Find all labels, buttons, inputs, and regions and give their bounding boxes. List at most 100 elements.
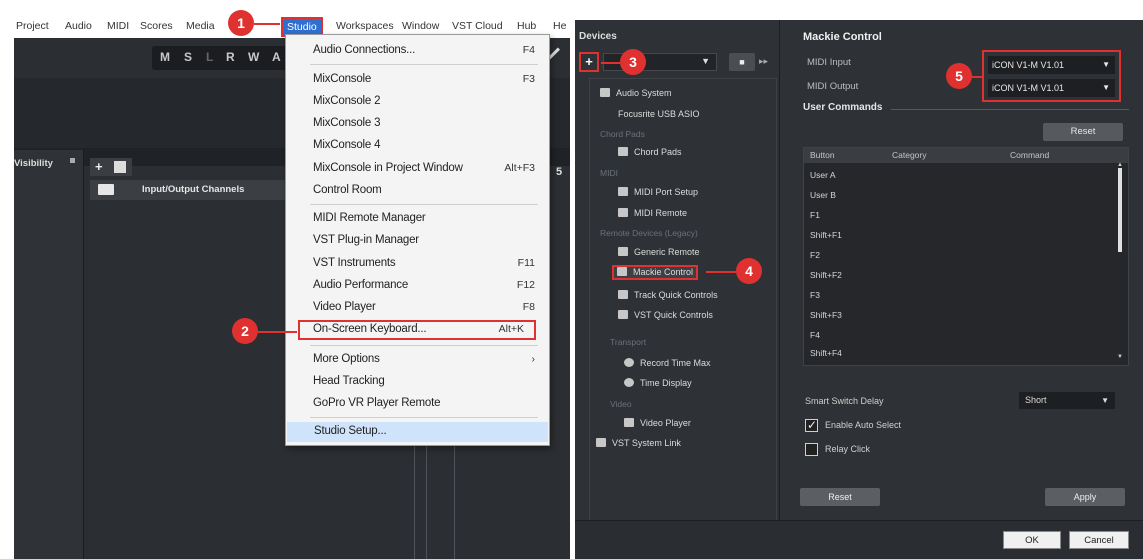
- tree-item-audio-system[interactable]: Audio System: [600, 88, 672, 98]
- menu-project[interactable]: Project: [16, 20, 49, 32]
- midi-input-select[interactable]: iCON V1-M V1.01 ▼: [988, 56, 1115, 74]
- callout-arrow: [258, 331, 297, 333]
- menu-item-mixconsole-3[interactable]: MixConsole 3: [286, 114, 549, 134]
- tree-item-vst-system-link[interactable]: VST System Link: [596, 438, 681, 448]
- menu-item-gopro-vr-player-remote[interactable]: GoPro VR Player Remote: [286, 394, 549, 414]
- menu-workspaces[interactable]: Workspaces: [336, 20, 394, 32]
- tree-item-chord-pads[interactable]: Chord Pads: [618, 147, 682, 157]
- midi-output-label: MIDI Output: [807, 81, 859, 92]
- mute-button[interactable]: M: [160, 50, 170, 64]
- smart-switch-delay-select[interactable]: Short ▼: [1019, 392, 1115, 409]
- menu-item-vst-plugin-manager[interactable]: VST Plug-in Manager: [286, 231, 549, 251]
- reset-button[interactable]: Reset: [800, 488, 880, 506]
- table-row[interactable]: User B: [810, 190, 836, 200]
- menu-item-audio-performance[interactable]: Audio Performance F12: [286, 276, 549, 296]
- visibility-panel: Visibility: [14, 150, 84, 559]
- callout-arrow: [972, 76, 982, 78]
- menu-window[interactable]: Window: [402, 20, 439, 32]
- tree-item-track-quick-controls[interactable]: Track Quick Controls: [618, 290, 718, 300]
- menu-item-mixconsole-4[interactable]: MixConsole 4: [286, 136, 549, 156]
- menu-help[interactable]: He: [553, 20, 566, 32]
- menu-item-mixconsole-project-window[interactable]: MixConsole in Project Window Alt+F3: [286, 159, 549, 179]
- table-row[interactable]: Shift+F3: [810, 310, 842, 320]
- menu-item-mixconsole-2[interactable]: MixConsole 2: [286, 92, 549, 112]
- table-row[interactable]: F4: [810, 330, 820, 340]
- tree-category-midi: MIDI: [600, 168, 618, 178]
- scrollbar-thumb[interactable]: [1118, 168, 1122, 252]
- apply-button[interactable]: Apply: [1045, 488, 1125, 506]
- solo-button[interactable]: S: [184, 50, 192, 64]
- menu-vst-cloud[interactable]: VST Cloud: [452, 20, 503, 32]
- table-row[interactable]: Shift+F4: [810, 348, 842, 358]
- midi-input-label: MIDI Input: [807, 57, 851, 68]
- table-row[interactable]: F2: [810, 250, 820, 260]
- panel-title: Mackie Control: [803, 31, 882, 43]
- tree-item-midi-remote[interactable]: MIDI Remote: [618, 208, 687, 218]
- menu-item-on-screen-keyboard[interactable]: On-Screen Keyboard... Alt+K: [298, 320, 536, 340]
- tree-category-transport: Transport: [610, 337, 647, 347]
- tree-item-mackie-control[interactable]: Mackie Control: [612, 265, 699, 280]
- tree-item-focusrite[interactable]: Focusrite USB ASIO: [618, 109, 700, 119]
- folder-add-icon[interactable]: [114, 161, 126, 173]
- table-row[interactable]: User A: [810, 170, 836, 180]
- menu-item-more-options[interactable]: More Options ›: [286, 350, 549, 370]
- add-track-icon[interactable]: +: [95, 159, 103, 174]
- table-row[interactable]: F3: [810, 290, 820, 300]
- table-header: Button Category Command: [804, 148, 1128, 163]
- callout-arrow: [601, 62, 620, 64]
- cancel-button[interactable]: Cancel: [1069, 531, 1129, 549]
- menu-item-mixconsole[interactable]: MixConsole F3: [286, 70, 549, 90]
- scroll-down-icon[interactable]: ▼: [1117, 354, 1123, 360]
- quick-controls-icon: [618, 290, 628, 299]
- table-row[interactable]: Shift+F2: [810, 270, 842, 280]
- relay-click-checkbox[interactable]: [805, 443, 818, 456]
- midi-output-select[interactable]: iCON V1-M V1.01 ▼: [988, 79, 1115, 97]
- listen-button[interactable]: L: [206, 50, 213, 64]
- table-row[interactable]: Shift+F1: [810, 230, 842, 240]
- chevron-right-icon: ›: [531, 353, 536, 365]
- callout-5: 5: [946, 63, 972, 89]
- menu-hub[interactable]: Hub: [517, 20, 536, 32]
- menu-item-midi-remote-manager[interactable]: MIDI Remote Manager: [286, 209, 549, 229]
- tree-item-video-player[interactable]: Video Player: [624, 418, 691, 428]
- enable-auto-select-checkbox[interactable]: [805, 418, 818, 432]
- menu-audio[interactable]: Audio: [65, 20, 92, 32]
- menu-item-audio-connections[interactable]: Audio Connections... F4: [286, 41, 549, 61]
- tree-item-midi-port-setup[interactable]: MIDI Port Setup: [618, 187, 698, 197]
- menu-item-vst-instruments[interactable]: VST Instruments F11: [286, 254, 549, 274]
- dialog-footer: OK Cancel: [575, 520, 1143, 559]
- reset-commands-button[interactable]: Reset: [1043, 123, 1123, 141]
- cubase-project-window: Project Audio MIDI Scores Media Studio W…: [0, 0, 570, 559]
- vst-quick-controls-icon: [618, 310, 628, 319]
- menu-item-studio-setup[interactable]: Studio Setup...: [287, 422, 548, 442]
- menu-scores[interactable]: Scores: [140, 20, 173, 32]
- automation-button[interactable]: A: [272, 50, 281, 64]
- user-commands-table: Button Category Command User A User B F1…: [803, 147, 1129, 366]
- column-header-category[interactable]: Category: [892, 150, 927, 160]
- menu-media[interactable]: Media: [186, 20, 215, 32]
- ok-button[interactable]: OK: [1003, 531, 1061, 549]
- add-device-button[interactable]: +: [579, 52, 599, 72]
- column-header-button[interactable]: Button: [810, 150, 835, 160]
- menu-separator: [310, 417, 538, 418]
- midi-io-highlight: iCON V1-M V1.01 ▼ iCON V1-M V1.01 ▼: [982, 50, 1121, 102]
- column-header-command[interactable]: Command: [1010, 150, 1049, 160]
- tree-item-vst-quick-controls[interactable]: VST Quick Controls: [618, 310, 713, 320]
- collapse-icon[interactable]: ▸▸: [759, 56, 768, 67]
- trash-icon[interactable]: ■: [729, 53, 755, 71]
- menu-item-control-room[interactable]: Control Room: [286, 181, 549, 201]
- tree-item-record-time-max[interactable]: Record Time Max: [624, 358, 711, 368]
- tree-item-generic-remote[interactable]: Generic Remote: [618, 247, 700, 257]
- read-button[interactable]: R: [226, 50, 235, 64]
- table-row[interactable]: F1: [810, 210, 820, 220]
- menu-item-head-tracking[interactable]: Head Tracking: [286, 372, 549, 392]
- dropdown-arrow-icon: ▼: [701, 56, 710, 66]
- partial-glyph: 5: [556, 166, 563, 178]
- menu-midi[interactable]: MIDI: [107, 20, 129, 32]
- tree-item-time-display[interactable]: Time Display: [624, 378, 692, 388]
- write-button[interactable]: W: [248, 50, 259, 64]
- menu-dot-icon[interactable]: [70, 158, 75, 163]
- menu-item-video-player[interactable]: Video Player F8: [286, 298, 549, 318]
- tree-category-video: Video: [610, 399, 632, 409]
- monitor-icon: [596, 438, 606, 447]
